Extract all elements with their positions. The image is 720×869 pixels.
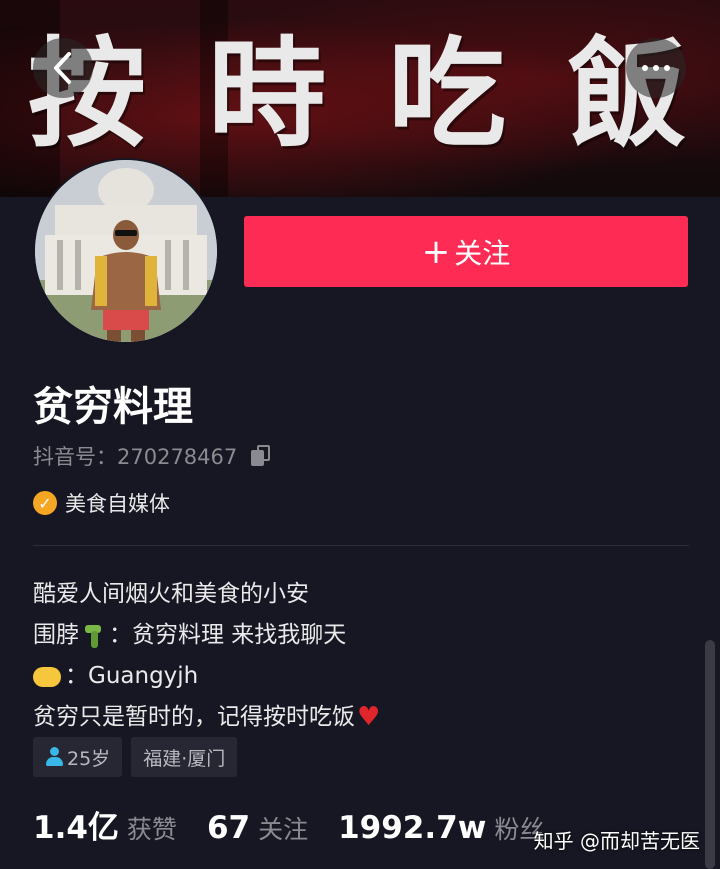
follow-button[interactable]: + 关注 bbox=[244, 216, 688, 287]
bio-text: ：贫穷料理 来找我聊天 bbox=[109, 622, 347, 648]
banner-title: 按 時 吃 飯 bbox=[0, 8, 720, 163]
age-tag: 25岁 bbox=[33, 737, 123, 777]
scrollbar[interactable] bbox=[705, 640, 715, 869]
heart-icon: ♥ bbox=[357, 702, 381, 732]
follow-button-label: 关注 bbox=[454, 236, 511, 270]
bio-line: 围脖 ：贫穷料理 来找我聊天 bbox=[33, 615, 380, 656]
likes-label: 获赞 bbox=[126, 815, 177, 844]
bio-line: 酷爱人间烟火和美食的小安 bbox=[33, 581, 309, 607]
banner-char: 吃 bbox=[387, 23, 512, 163]
location-tag: 福建·厦门 bbox=[131, 737, 238, 777]
divider bbox=[33, 545, 689, 546]
handshake-icon bbox=[33, 666, 61, 687]
bio-text: ：Guangyjh bbox=[65, 663, 199, 689]
copy-icon[interactable] bbox=[249, 443, 275, 469]
plus-icon: + bbox=[421, 231, 451, 272]
douyin-id: 抖音号：270278467 bbox=[33, 445, 238, 469]
verified-check-icon: ✓ bbox=[33, 491, 57, 515]
more-dots-icon bbox=[642, 65, 670, 71]
bio-text: 围脖 bbox=[33, 622, 79, 648]
bio-line: 贫穷只是暂时的，记得按时吃饭 ♥ bbox=[33, 697, 380, 738]
more-button[interactable] bbox=[626, 38, 686, 98]
profile-stats: 1.4亿 获赞 67 关注 1992.7w 粉丝 bbox=[33, 802, 574, 847]
verified-label: 美食自媒体 bbox=[65, 492, 170, 516]
bio-text: 贫穷只是暂时的，记得按时吃饭 bbox=[33, 704, 355, 730]
following-label: 关注 bbox=[258, 815, 309, 844]
banner-char: 時 bbox=[207, 23, 332, 163]
avatar[interactable] bbox=[35, 160, 217, 342]
person-icon bbox=[45, 747, 63, 767]
likes-count[interactable]: 1.4亿 bbox=[33, 802, 119, 847]
zhihu-watermark: 知乎 @而却苦无医 bbox=[533, 829, 700, 853]
douyin-id-row: 抖音号：270278467 bbox=[33, 441, 275, 471]
bio-line: ：Guangyjh bbox=[33, 656, 380, 697]
verified-badge-row: ✓ 美食自媒体 bbox=[33, 488, 170, 518]
profile-name: 贫穷料理 bbox=[33, 384, 193, 430]
bio: 酷爱人间烟火和美食的小安 围脖 ：贫穷料理 来找我聊天 ：Guangyjh 贫穷… bbox=[33, 574, 380, 738]
chevron-left-icon bbox=[54, 52, 71, 84]
followers-count[interactable]: 1992.7w bbox=[338, 810, 486, 846]
profile-tags: 25岁 福建·厦门 bbox=[33, 737, 238, 777]
back-button[interactable] bbox=[33, 38, 93, 98]
following-count[interactable]: 67 bbox=[207, 810, 250, 846]
scarf-icon bbox=[81, 623, 105, 649]
location-tag-label: 福建·厦门 bbox=[143, 747, 226, 770]
age-tag-label: 25岁 bbox=[67, 747, 111, 770]
